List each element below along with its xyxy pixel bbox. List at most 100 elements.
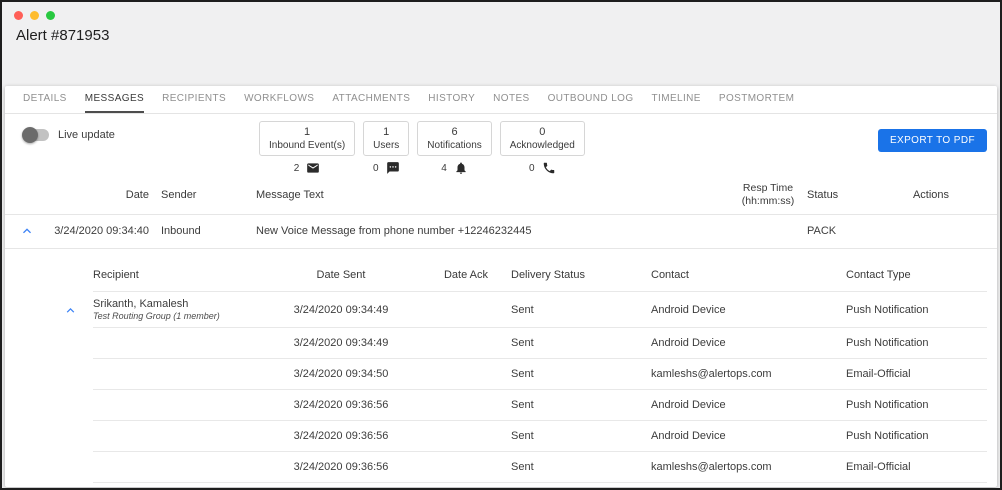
- tab-workflows[interactable]: WORKFLOWS: [244, 86, 314, 113]
- tab-details[interactable]: DETAILS: [23, 86, 67, 113]
- traffic-lights: [14, 11, 988, 20]
- tab-history[interactable]: HISTORY: [428, 86, 475, 113]
- page-title: Alert #871953: [16, 27, 110, 44]
- contact-cell: Android Device: [651, 303, 726, 316]
- date-sent-cell: 3/24/2020 09:34:50: [293, 368, 389, 381]
- stat-column-notifications: 6 Notifications 4: [417, 121, 492, 175]
- delivery-status-cell: Sent: [511, 303, 534, 316]
- tab-messages[interactable]: MESSAGES: [84, 86, 145, 113]
- contact-type-cell: Push Notification: [846, 430, 929, 443]
- close-window-icon[interactable]: [14, 11, 23, 20]
- contact-cell: Android Device: [651, 399, 726, 412]
- contact-type-cell: Push Notification: [846, 303, 929, 316]
- contact-cell: kamleshs@alertops.com: [651, 368, 772, 381]
- column-header-status: Status: [807, 189, 839, 202]
- contact-type-cell: Email-Official: [846, 368, 911, 381]
- minimize-window-icon[interactable]: [30, 11, 39, 20]
- delivery-status-cell: Sent: [511, 368, 534, 381]
- envelope-icon: [306, 161, 320, 175]
- recipient-group: Test Routing Group (1 member): [93, 311, 220, 322]
- recipient-name: Srikanth, Kamalesh: [93, 298, 189, 311]
- stat-users[interactable]: 1 Users: [363, 121, 410, 157]
- stat-column-users: 1 Users 0: [363, 121, 410, 175]
- stat-inbound-events[interactable]: 1 Inbound Event(s): [259, 121, 356, 157]
- counter-value: 4: [441, 162, 447, 174]
- toolbar: Live update 1 Inbound Event(s) 2 1 Users…: [5, 114, 997, 176]
- chat-icon: [386, 161, 400, 175]
- bell-icon: [454, 161, 468, 175]
- stat-value: 1: [304, 126, 311, 138]
- table-row: Srikanth, Kamalesh Test Routing Group (1…: [63, 292, 987, 329]
- column-header-delivery-status: Delivery Status: [511, 269, 585, 282]
- contact-type-cell: Push Notification: [846, 337, 929, 350]
- live-update-control: Live update: [22, 127, 115, 143]
- message-table-header: Date Sender Message Text Resp Time (hh:m…: [5, 176, 997, 216]
- counter-value: 0: [529, 162, 535, 174]
- table-row: 3/24/2020 09:36:56 Sent kamleshs@alertop…: [63, 452, 987, 484]
- stat-column-inbound-events: 1 Inbound Event(s) 2: [259, 121, 356, 175]
- tab-timeline[interactable]: TIMELINE: [652, 86, 701, 113]
- counter-value: 2: [293, 162, 300, 174]
- phone-icon: [542, 161, 556, 175]
- column-header-sender: Sender: [161, 189, 197, 202]
- tab-postmortem[interactable]: POSTMORTEM: [719, 86, 794, 113]
- contact-type-cell: Push Notification: [846, 399, 929, 412]
- message-row: 3/24/2020 09:34:40 Inbound New Voice Mes…: [5, 215, 997, 250]
- app-window: Alert #871953 DETAILS MESSAGES RECIPIENT…: [0, 0, 1002, 490]
- date-sent-cell: 3/24/2020 09:36:56: [293, 461, 389, 474]
- contact-cell: Android Device: [651, 430, 726, 443]
- delivery-status-cell: Sent: [511, 430, 534, 443]
- counter-chat: 0: [373, 161, 400, 175]
- collapse-message-chevron-up-icon[interactable]: [19, 223, 35, 239]
- stat-value: 0: [539, 126, 546, 138]
- date-sent-cell: 3/24/2020 09:36:56: [293, 430, 389, 443]
- title-bar: Alert #871953: [2, 2, 1000, 44]
- delivery-status-cell: Sent: [511, 337, 534, 350]
- recipient-detail-table: Recipient Date Sent Date Ack Delivery St…: [5, 249, 997, 484]
- tab-bar: DETAILS MESSAGES RECIPIENTS WORKFLOWS AT…: [5, 86, 997, 114]
- column-header-contact-type: Contact Type: [846, 269, 911, 282]
- contact-cell: kamleshs@alertops.com: [651, 461, 772, 474]
- export-to-pdf-button[interactable]: EXPORT TO PDF: [877, 129, 987, 152]
- delivery-status-cell: Sent: [511, 399, 534, 412]
- delivery-status-cell: Sent: [511, 461, 534, 474]
- collapse-recipient-chevron-up-icon[interactable]: [63, 303, 78, 318]
- detail-table-header: Recipient Date Sent Date Ack Delivery St…: [63, 263, 987, 293]
- column-header-date-sent: Date Sent: [316, 269, 366, 282]
- live-update-label: Live update: [58, 129, 115, 141]
- message-sender: Inbound: [161, 225, 201, 238]
- date-sent-cell: 3/24/2020 09:36:56: [293, 399, 389, 412]
- table-row: 3/24/2020 09:36:56 Sent Android Device P…: [63, 421, 987, 453]
- counter-bell: 4: [441, 161, 468, 175]
- live-update-toggle[interactable]: [22, 127, 49, 143]
- table-row: 3/24/2020 09:36:56 Sent Android Device P…: [63, 390, 987, 422]
- stat-acknowledged[interactable]: 0 Acknowledged: [499, 121, 585, 157]
- recipient-cell: Srikanth, Kamalesh Test Routing Group (1…: [93, 298, 261, 321]
- tab-attachments[interactable]: ATTACHMENTS: [332, 86, 410, 113]
- column-header-actions: Actions: [912, 189, 950, 202]
- toggle-knob: [22, 127, 38, 143]
- tab-recipients[interactable]: RECIPIENTS: [162, 86, 226, 113]
- zoom-window-icon[interactable]: [46, 11, 55, 20]
- column-header-recipient: Recipient: [93, 269, 139, 282]
- tab-notes[interactable]: NOTES: [493, 86, 529, 113]
- expand-column-spacer: [63, 263, 93, 292]
- stat-notifications[interactable]: 6 Notifications: [417, 121, 492, 157]
- message-text: New Voice Message from phone number +122…: [256, 225, 532, 238]
- message-status: PACK: [807, 225, 837, 238]
- column-header-resp-time: Resp Time (hh:mm:ss): [741, 182, 795, 208]
- stat-column-acknowledged: 0 Acknowledged 0: [499, 121, 585, 175]
- column-header-contact: Contact: [651, 269, 689, 282]
- counter-email: 2: [294, 161, 321, 175]
- stat-value: 6: [451, 126, 458, 138]
- tab-outbound-log[interactable]: OUTBOUND LOG: [548, 86, 634, 113]
- stat-label: Notifications: [427, 140, 482, 152]
- stats-summary: 1 Inbound Event(s) 2 1 Users 0 6 Notific…: [259, 121, 585, 175]
- stat-label: Acknowledged: [509, 140, 575, 152]
- column-header-message-text: Message Text: [256, 189, 324, 202]
- date-sent-cell: 3/24/2020 09:34:49: [293, 303, 389, 316]
- table-row: 3/24/2020 09:34:49 Sent Android Device P…: [63, 328, 987, 360]
- column-header-date-ack: Date Ack: [443, 269, 489, 282]
- counter-value: 0: [372, 162, 379, 174]
- counter-phone: 0: [529, 161, 556, 175]
